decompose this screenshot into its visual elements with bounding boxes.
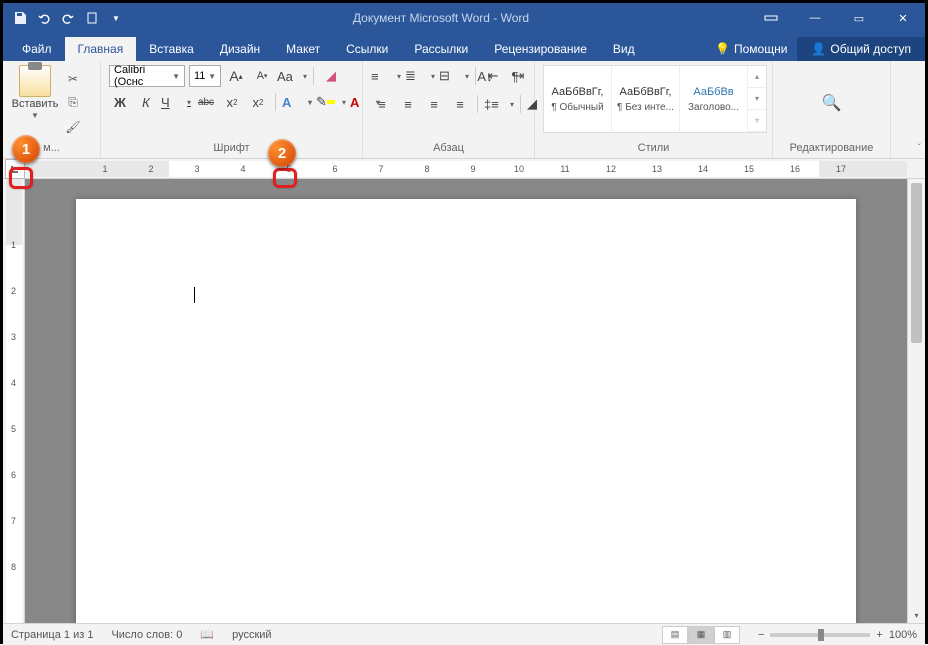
undo-icon[interactable] <box>33 7 55 29</box>
close-icon[interactable]: ✕ <box>881 3 925 33</box>
zoom-in-icon[interactable]: + <box>876 629 882 641</box>
annotation-1: 1 <box>12 135 40 163</box>
style-normal[interactable]: АаБбВвГг,¶ Обычный <box>544 66 612 132</box>
copy-icon[interactable]: ⎘ <box>63 93 83 113</box>
multilevel-icon[interactable]: ⊟▾ <box>439 65 469 87</box>
collapse-ribbon-icon[interactable]: ˇ <box>918 143 921 154</box>
document-area[interactable] <box>25 179 907 623</box>
clear-format-icon[interactable]: ◢ <box>320 65 342 87</box>
vertical-scrollbar[interactable]: ▴ ▾ <box>907 179 925 623</box>
find-icon[interactable]: 🔍 <box>822 93 842 113</box>
web-layout-icon[interactable]: ▥ <box>714 626 740 644</box>
numbering-icon[interactable]: ≣▾ <box>405 65 435 87</box>
paste-button[interactable]: Вставить ▼ <box>11 65 59 140</box>
annotation-2: 2 <box>268 139 296 167</box>
tab-file[interactable]: Файл <box>9 37 65 61</box>
editing-group-label: Редактирование <box>790 140 874 156</box>
subscript-icon[interactable]: x2 <box>221 91 243 113</box>
align-right-icon[interactable]: ≡ <box>423 93 445 115</box>
status-proofing-icon[interactable]: 📖 <box>200 628 214 641</box>
scroll-down-icon[interactable]: ▾ <box>908 607 925 623</box>
strike-button[interactable]: abc <box>195 91 217 113</box>
share-icon: 👤 <box>811 42 826 56</box>
zoom-out-icon[interactable]: − <box>758 629 764 641</box>
horizontal-ruler[interactable]: 1234567891011121314151617 <box>3 159 925 179</box>
styles-group-label: Стили <box>543 140 764 156</box>
gallery-up-icon[interactable]: ▴ <box>748 66 766 88</box>
scroll-thumb[interactable] <box>911 183 922 343</box>
zoom-slider[interactable] <box>770 633 870 637</box>
redo-icon[interactable] <box>57 7 79 29</box>
print-layout-icon[interactable]: ▦ <box>688 626 714 644</box>
text-cursor <box>194 287 195 303</box>
tab-mailings[interactable]: Рассылки <box>401 37 481 61</box>
align-left-icon[interactable]: ≡ <box>371 93 393 115</box>
status-page[interactable]: Страница 1 из 1 <box>11 629 93 641</box>
bold-button[interactable]: Ж <box>109 91 131 113</box>
text-effects-icon[interactable]: A▾ <box>282 91 312 113</box>
bullets-icon[interactable]: ≡▾ <box>371 65 401 87</box>
tell-me[interactable]: 💡Помощни <box>705 37 797 61</box>
tab-review[interactable]: Рецензирование <box>481 37 600 61</box>
style-no-spacing[interactable]: АаБбВвГг,¶ Без инте... <box>612 66 680 132</box>
tab-insert[interactable]: Вставка <box>136 37 207 61</box>
gallery-down-icon[interactable]: ▾ <box>748 88 766 110</box>
underline-button[interactable]: Ч▾ <box>161 91 191 113</box>
new-doc-icon[interactable] <box>81 7 103 29</box>
tab-view[interactable]: Вид <box>600 37 648 61</box>
font-size-select[interactable]: 11▼ <box>189 65 221 87</box>
style-heading1[interactable]: АаБбВвЗаголово... <box>680 66 748 132</box>
page[interactable] <box>76 199 856 623</box>
format-painter-icon[interactable]: 🖌 <box>63 117 83 137</box>
change-case-icon[interactable]: Aa▾ <box>277 65 307 87</box>
gallery-more-icon[interactable]: ▿ <box>748 110 766 132</box>
annotation-ring-1 <box>9 167 33 189</box>
maximize-icon[interactable]: ▭ <box>837 3 881 33</box>
paste-icon <box>19 65 51 97</box>
bulb-icon: 💡 <box>715 42 730 56</box>
status-words[interactable]: Число слов: 0 <box>111 629 182 641</box>
tab-layout[interactable]: Макет <box>273 37 333 61</box>
save-icon[interactable] <box>9 7 31 29</box>
superscript-icon[interactable]: x2 <box>247 91 269 113</box>
justify-icon[interactable]: ≡ <box>449 93 471 115</box>
font-group-label: Шрифт <box>109 140 354 156</box>
italic-button[interactable]: К <box>135 91 157 113</box>
status-language[interactable]: русский <box>232 629 271 641</box>
vertical-ruler[interactable]: 12345678 <box>3 179 25 623</box>
align-center-icon[interactable]: ≡ <box>397 93 419 115</box>
cut-icon[interactable]: ✂ <box>63 69 83 89</box>
tab-design[interactable]: Дизайн <box>207 37 273 61</box>
qat-dropdown-icon[interactable]: ▼ <box>105 7 127 29</box>
zoom-level[interactable]: 100% <box>889 629 917 641</box>
minimize-icon[interactable]: — <box>793 3 837 33</box>
sort-icon[interactable]: A↓ <box>470 65 500 87</box>
styles-gallery[interactable]: АаБбВвГг,¶ Обычный АаБбВвГг,¶ Без инте..… <box>543 65 767 133</box>
line-spacing-icon[interactable]: ‡≡▾ <box>484 93 514 115</box>
shrink-font-icon[interactable]: A▾ <box>251 65 273 87</box>
font-family-select[interactable]: Calibri (Оснс▼ <box>109 65 185 87</box>
tab-references[interactable]: Ссылки <box>333 37 401 61</box>
ribbon-options-icon[interactable] <box>749 3 793 33</box>
read-mode-icon[interactable]: ▤ <box>662 626 688 644</box>
highlight-icon[interactable]: ✎▾ <box>316 91 346 113</box>
tab-home[interactable]: Главная <box>65 37 137 61</box>
window-title: Документ Microsoft Word - Word <box>133 11 749 25</box>
grow-font-icon[interactable]: A▴ <box>225 65 247 87</box>
paragraph-group-label: Абзац <box>371 140 526 156</box>
show-marks-icon[interactable]: ¶ <box>504 65 526 87</box>
annotation-ring-2 <box>273 168 297 188</box>
share-button[interactable]: 👤Общий доступ <box>797 37 925 61</box>
